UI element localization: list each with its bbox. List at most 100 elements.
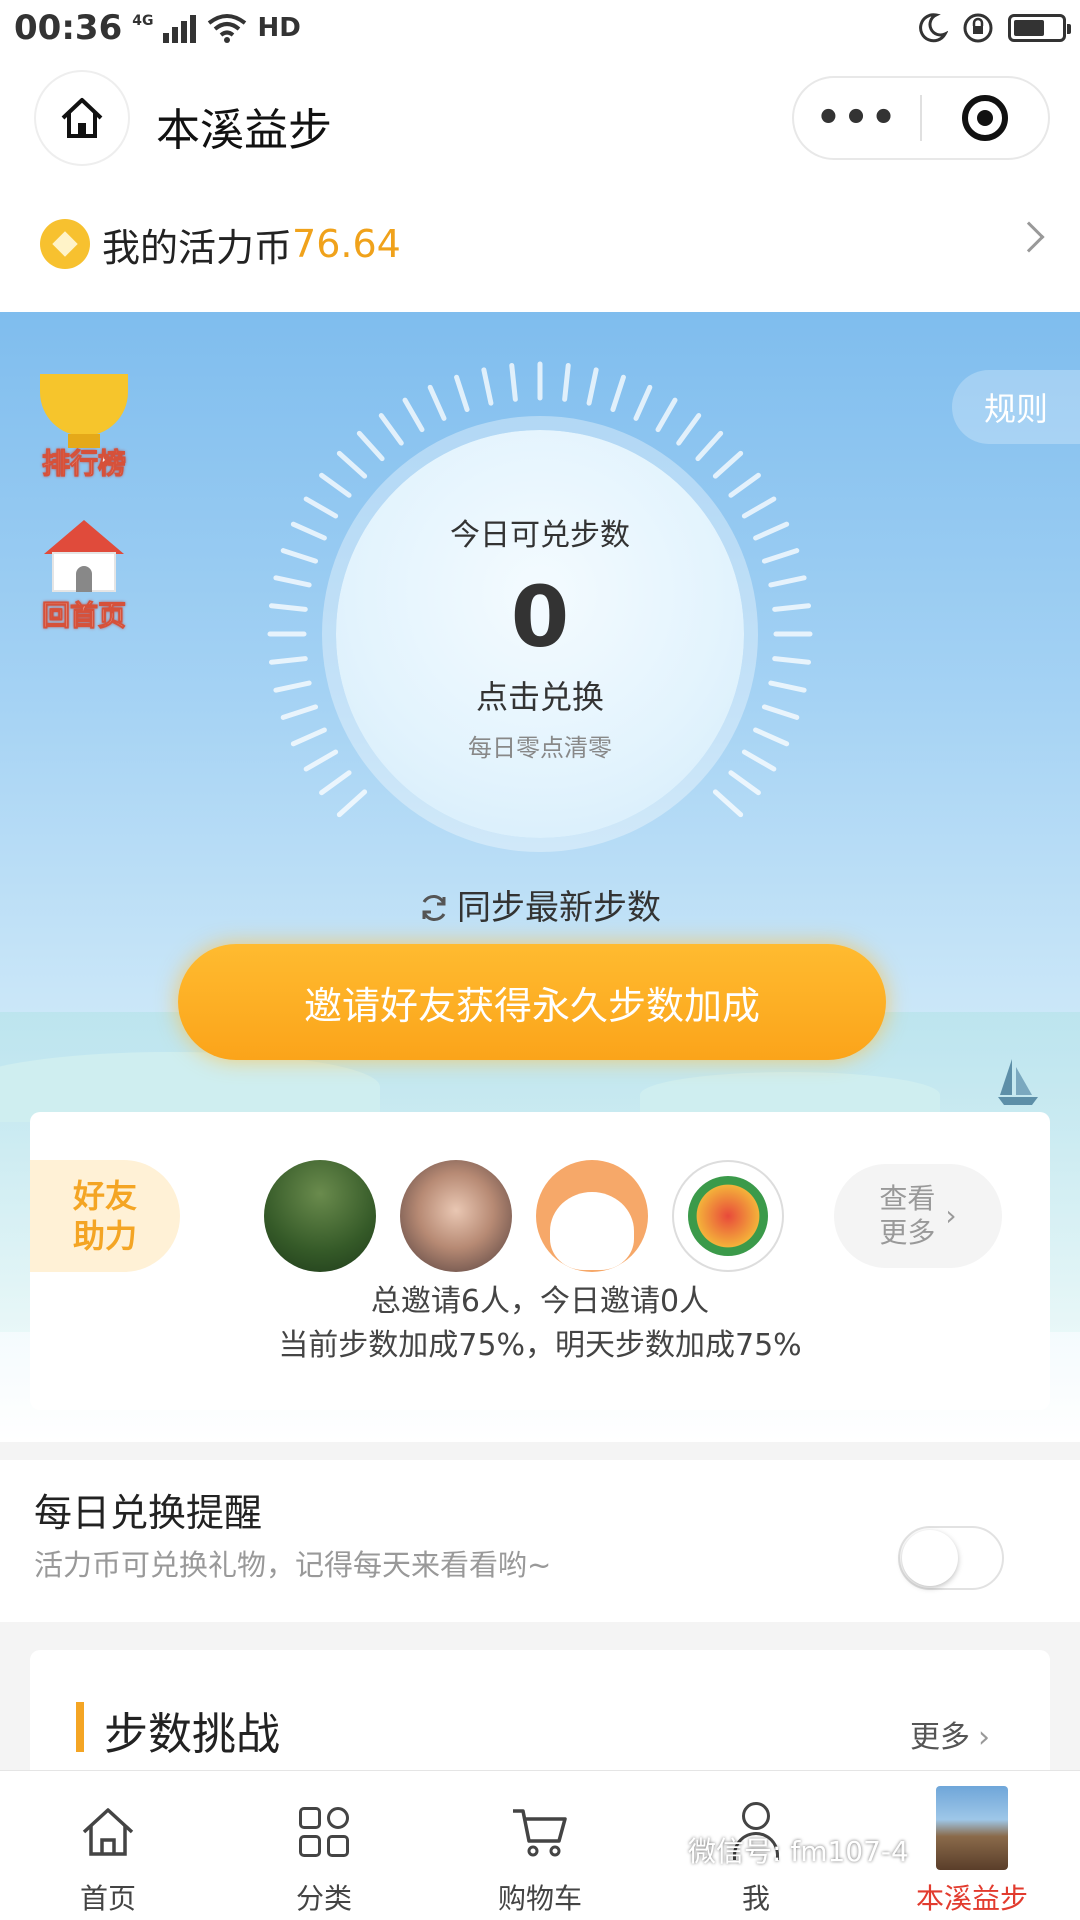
status-bar: 00:36 4G HD	[0, 0, 1080, 56]
home-icon	[61, 98, 103, 138]
dial-tick	[772, 603, 812, 612]
reminder-title: 每日兑换提醒	[34, 1491, 263, 1535]
leaderboard-button[interactable]: 排行榜	[36, 374, 132, 482]
page-title: 本溪益步	[156, 105, 332, 156]
network-type: 4G	[132, 13, 154, 29]
avatar[interactable]	[672, 1160, 784, 1272]
moon-icon	[919, 13, 948, 43]
sync-steps-button[interactable]: 同步最新步数	[0, 880, 1080, 929]
running-association-logo	[688, 1176, 768, 1256]
dial-tick	[695, 430, 724, 462]
rules-button[interactable]: 规则	[952, 370, 1080, 444]
dial-tick	[319, 472, 352, 498]
dial-tick	[586, 367, 599, 406]
dial-tick	[741, 749, 777, 772]
steps-exchange-circle[interactable]: 今日可兑步数 0 点击兑换 每日零点清零	[336, 430, 744, 838]
target-close-icon	[962, 95, 1008, 141]
ribbon-line-1: 好友	[72, 1177, 137, 1215]
see-more-line-1: 查看	[879, 1182, 936, 1215]
sailboat-icon	[998, 1059, 1038, 1105]
rotation-lock-icon	[963, 13, 993, 43]
dial-tick	[768, 680, 807, 693]
more-button[interactable]: •••	[794, 88, 920, 148]
dial-tick	[290, 727, 327, 747]
exchange-label: 点击兑换	[475, 678, 604, 716]
vitality-coin-row[interactable]: 我的活力币 76.64	[0, 176, 1080, 312]
home-button[interactable]	[34, 70, 130, 166]
dial-tick	[303, 496, 339, 519]
chevron-right-icon: ›	[978, 1720, 990, 1755]
daily-reminder-row: 每日兑换提醒 活力币可兑换礼物，记得每天来看看哟~	[0, 1460, 1080, 1622]
reminder-description: 活力币可兑换礼物，记得每天来看看哟~	[34, 1548, 552, 1582]
tab-home[interactable]: 首页	[0, 1771, 216, 1920]
back-home-button[interactable]: 回首页	[36, 520, 132, 634]
dial-tick	[336, 450, 368, 479]
dial-tick	[753, 727, 790, 747]
dial-tick	[741, 496, 777, 519]
ribbon-line-2: 助力	[72, 1217, 137, 1255]
reset-note: 每日零点清零	[468, 734, 612, 762]
status-left: 00:36 4G HD	[14, 8, 301, 48]
wechat-watermark: 微信号: fm107-4	[688, 1835, 909, 1868]
tab-label: 购物车	[497, 1882, 582, 1915]
dial-tick	[509, 362, 518, 402]
invite-friends-button[interactable]: 邀请好友获得永久步数加成	[178, 944, 886, 1060]
tab-category[interactable]: 分类	[216, 1771, 432, 1920]
capsule-menu: •••	[792, 76, 1050, 160]
bottom-tab-bar: 首页 分类 购物车 我 本溪益步	[0, 1770, 1080, 1920]
back-home-label: 回首页	[41, 599, 126, 633]
chevron-right-icon	[1013, 221, 1045, 253]
dial-tick	[761, 704, 800, 720]
battery-icon	[1008, 14, 1071, 42]
dial-tick	[273, 575, 312, 588]
tab-label: 首页	[79, 1882, 136, 1915]
avatar[interactable]	[264, 1160, 376, 1272]
dial-tick	[481, 367, 494, 406]
nav-bar: 本溪益步 •••	[0, 56, 1080, 176]
dial-tick	[378, 413, 404, 446]
challenge-more-link[interactable]: 更多 ›	[910, 1712, 990, 1756]
see-more-friends-button[interactable]: 查看 更多 ›	[834, 1164, 1002, 1268]
leaderboard-label: 排行榜	[41, 447, 126, 481]
coin-icon	[40, 219, 90, 269]
mini-program-thumbnail	[936, 1786, 1008, 1870]
dial-tick	[427, 384, 447, 421]
refresh-icon	[422, 895, 446, 921]
dial-tick	[728, 770, 761, 796]
dial-tick	[280, 548, 319, 564]
dial-tick	[268, 603, 308, 612]
avatar[interactable]	[536, 1160, 648, 1272]
challenge-title: 步数挑战	[104, 1709, 280, 1760]
coin-label: 我的活力币	[102, 225, 293, 270]
dial-tick	[772, 656, 812, 665]
avatar[interactable]	[400, 1160, 512, 1272]
home-icon	[82, 1808, 134, 1856]
tab-label: 我	[741, 1882, 770, 1915]
trophy-icon	[40, 374, 128, 448]
category-icon	[299, 1807, 349, 1857]
dial-tick	[610, 374, 626, 413]
dial-tick	[633, 384, 653, 421]
step-challenge-section: 步数挑战 更多 ›	[30, 1650, 1050, 1770]
chevron-right-icon: ›	[945, 1199, 957, 1232]
reminder-toggle[interactable]	[898, 1526, 1004, 1590]
house-icon	[44, 520, 124, 592]
tab-cart[interactable]: 购物车	[432, 1771, 648, 1920]
friend-avatars	[264, 1160, 784, 1272]
invite-stats: 总邀请6人，今日邀请0人 当前步数加成75%，明天步数加成75%	[30, 1280, 1050, 1368]
dial-tick	[290, 521, 327, 541]
cart-icon	[513, 1809, 567, 1857]
bonus-summary: 当前步数加成75%，明天步数加成75%	[278, 1328, 802, 1363]
close-button[interactable]	[922, 95, 1048, 141]
section-accent-bar	[76, 1702, 84, 1752]
dial-tick	[676, 413, 702, 446]
signal-icon	[163, 15, 197, 43]
dial-tick	[728, 472, 761, 498]
tab-label: 本溪益步	[915, 1882, 1028, 1915]
dial-tick	[273, 680, 312, 693]
dial-tick	[562, 362, 571, 402]
sync-label: 同步最新步数	[457, 888, 661, 928]
steps-value: 0	[510, 568, 570, 666]
dial-tick	[319, 770, 352, 796]
tab-label: 分类	[295, 1882, 352, 1915]
